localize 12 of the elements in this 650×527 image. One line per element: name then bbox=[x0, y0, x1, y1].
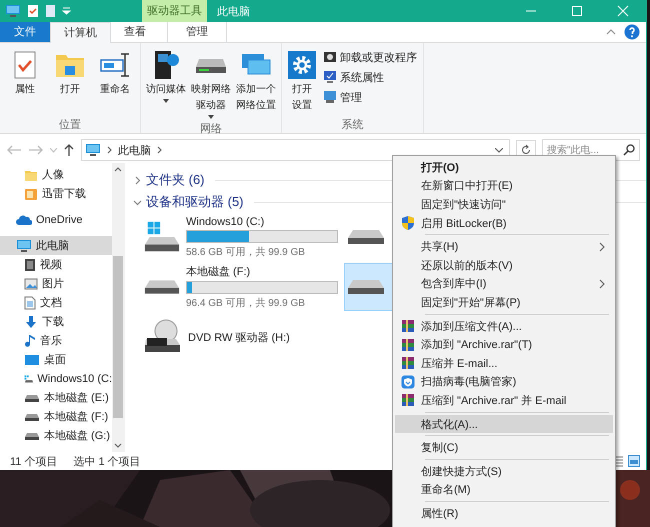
drive-name: 本地磁盘 (F:) bbox=[186, 265, 252, 279]
item-count: 11 个项目 bbox=[10, 454, 58, 468]
drive-free-space: 58.6 GB 可用，共 99.9 GB bbox=[186, 246, 306, 258]
drive-free-space: 96.4 GB 可用，共 99.9 GB bbox=[186, 296, 306, 310]
drive-name: Windows10 (C:) bbox=[186, 216, 266, 228]
context-tab-group: 驱动器工具 bbox=[142, 0, 207, 22]
group-label: 位置 bbox=[58, 118, 82, 133]
drive-name: DVD RW 驱动器 (H:) bbox=[188, 330, 290, 344]
selection-count: 选中 1 个项目 bbox=[73, 454, 141, 468]
group-label: 网络 bbox=[199, 122, 223, 136]
group-label: 系统 bbox=[340, 118, 364, 133]
window-title: 此电脑 bbox=[216, 4, 250, 18]
